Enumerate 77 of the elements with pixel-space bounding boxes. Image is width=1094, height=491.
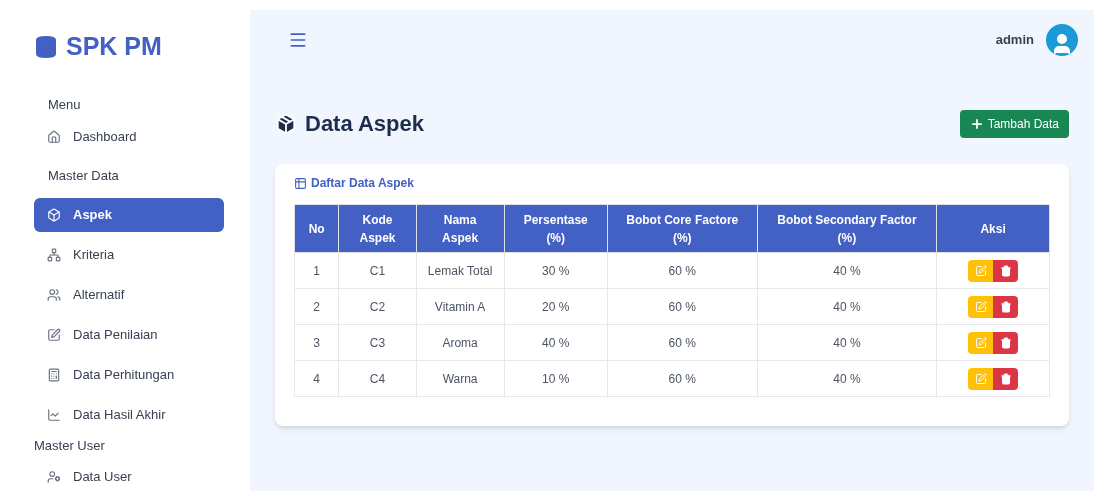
plus-icon (969, 116, 984, 131)
database-icon (34, 34, 58, 59)
sidebar-item[interactable]: Alternatif (34, 278, 224, 312)
cube-icon (47, 208, 61, 222)
table-cell: 30 % (504, 252, 608, 289)
trash-icon (999, 264, 1012, 277)
edit-icon (974, 300, 987, 313)
column-header: Bobot Core Factore (%) (607, 204, 758, 253)
table-cell: 10 % (504, 360, 608, 397)
column-header: Bobot Secondary Factor (%) (757, 204, 937, 253)
table-cell: C1 (338, 252, 417, 289)
brand-logo: SPK PM (66, 34, 162, 59)
delete-button[interactable] (993, 259, 1019, 282)
sidebar-item[interactable]: Data Penilaian (34, 318, 224, 352)
table-cell: 40 % (757, 252, 937, 289)
table-cell: 3 (294, 324, 339, 361)
delete-button[interactable] (993, 367, 1019, 390)
sidebar-item[interactable]: Aspek (34, 198, 224, 232)
edit-button[interactable] (968, 331, 994, 354)
table-cell: 60 % (607, 360, 758, 397)
sidebar-heading: Master User (34, 436, 105, 455)
delete-button[interactable] (993, 331, 1019, 354)
table-cell: C2 (338, 288, 417, 325)
table-cell: C4 (338, 360, 417, 397)
table-cell: Vitamin A (416, 288, 505, 325)
edit-button[interactable] (968, 367, 994, 390)
delete-button[interactable] (993, 295, 1019, 318)
table-cell: 60 % (607, 324, 758, 361)
trash-icon (999, 372, 1012, 385)
avatar-icon[interactable] (1046, 24, 1078, 56)
card-title: Daftar Data Aspek (311, 175, 414, 192)
table-cell: 2 (294, 288, 339, 325)
trash-icon (999, 300, 1012, 313)
table-cell: Warna (416, 360, 505, 397)
table-icon (294, 176, 307, 190)
sidebar-item[interactable]: Data User (34, 460, 224, 491)
sidebar-item[interactable]: Kriteria (34, 238, 224, 272)
sidebar-item[interactable]: Data Hasil Akhir (34, 398, 224, 432)
table-cell: 40 % (757, 360, 937, 397)
calculator-icon (47, 368, 61, 382)
table-cell: 40 % (504, 324, 608, 361)
edit-button[interactable] (968, 295, 994, 318)
page-title: Data Aspek (305, 110, 424, 138)
column-header: No (294, 204, 339, 253)
column-header: Persentase (%) (504, 204, 608, 253)
edit-icon (47, 328, 61, 342)
trash-icon (999, 336, 1012, 349)
table-cell: 40 % (757, 324, 937, 361)
user-name[interactable]: admin (995, 30, 1034, 50)
column-header: Kode Aspek (338, 204, 417, 253)
edit-icon (974, 264, 987, 277)
add-button[interactable]: Tambah Data (959, 109, 1069, 138)
sidebar-heading: Menu (48, 95, 81, 114)
user-icon (47, 470, 61, 484)
table-cell: 60 % (607, 252, 758, 289)
table-cell: 4 (294, 360, 339, 397)
column-header: Nama Aspek (416, 204, 505, 253)
column-header: Aksi (936, 204, 1050, 253)
home-icon (47, 130, 61, 144)
chart-icon (47, 408, 61, 422)
sidebar-item[interactable]: Data Perhitungan (34, 358, 224, 392)
table-cell: 60 % (607, 288, 758, 325)
table-cell: 1 (294, 252, 339, 289)
cube-icon (275, 112, 297, 135)
edit-icon (974, 336, 987, 349)
table-cell: 20 % (504, 288, 608, 325)
users-icon (47, 288, 61, 302)
table-cell: 40 % (757, 288, 937, 325)
menu-icon[interactable] (288, 30, 308, 50)
table-cell: C3 (338, 324, 417, 361)
sidebar-item[interactable]: Dashboard (34, 120, 224, 154)
table-cell: Aroma (416, 324, 505, 361)
edit-button[interactable] (968, 259, 994, 282)
network-icon (47, 248, 61, 262)
edit-icon (974, 372, 987, 385)
table-cell: Lemak Total (416, 252, 505, 289)
sidebar-heading: Master Data (48, 167, 119, 186)
